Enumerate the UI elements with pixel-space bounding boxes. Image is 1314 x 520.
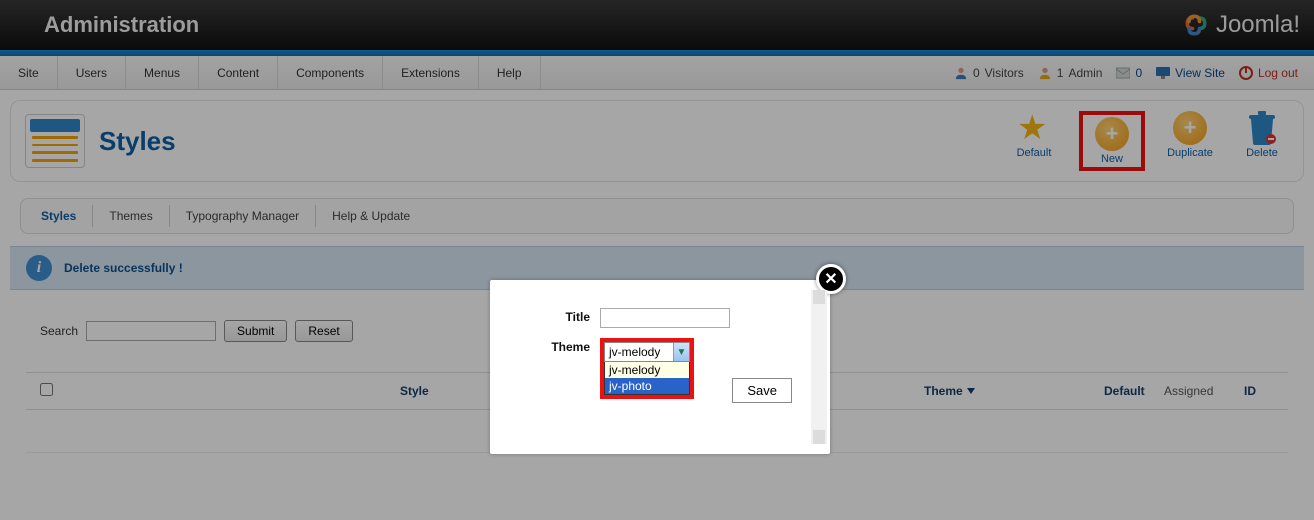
chevron-down-icon: ▼ — [673, 343, 689, 361]
row-title: Title — [520, 308, 800, 328]
new-style-modal: ✕ Title Theme jv-melody ▼ jv-melody jv-p… — [490, 280, 830, 454]
theme-selected-value: jv-melody — [605, 345, 673, 359]
save-area: Save — [732, 378, 792, 403]
modal-scrollbar[interactable] — [811, 290, 827, 444]
scroll-up-icon — [813, 290, 825, 304]
theme-option-0[interactable]: jv-melody — [605, 362, 689, 378]
title-input[interactable] — [600, 308, 730, 328]
modal-body: Title Theme jv-melody ▼ jv-melody jv-pho… — [490, 280, 830, 454]
title-label: Title — [520, 308, 590, 324]
save-button[interactable]: Save — [732, 378, 792, 403]
theme-options-list: jv-melody jv-photo — [604, 362, 690, 395]
scroll-down-icon — [813, 430, 825, 444]
theme-select[interactable]: jv-melody ▼ — [604, 342, 690, 362]
highlight-theme-select: jv-melody ▼ jv-melody jv-photo — [600, 338, 694, 399]
theme-label: Theme — [520, 338, 590, 354]
theme-option-1[interactable]: jv-photo — [605, 378, 689, 394]
